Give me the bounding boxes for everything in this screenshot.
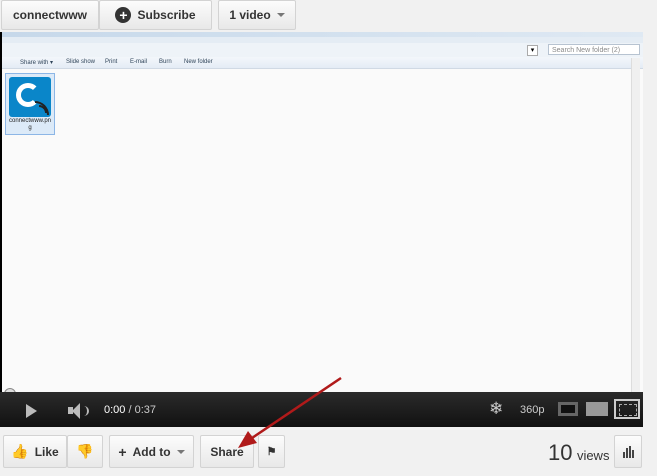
videos-dropdown-button[interactable]: 1 video	[218, 0, 296, 30]
dislike-button[interactable]: 👎	[67, 435, 103, 468]
like-button[interactable]: 👍 Like	[3, 435, 67, 468]
plus-icon: +	[118, 443, 127, 460]
large-player-icon[interactable]	[586, 402, 608, 416]
quality-button[interactable]: 360p	[520, 404, 544, 416]
video-frame[interactable]: ▾ Search New folder (2) Share with ▾ Sli…	[2, 32, 643, 392]
volume-icon[interactable]	[68, 403, 90, 419]
chevron-down-icon	[276, 13, 285, 17]
add-to-button[interactable]: + Add to	[109, 435, 194, 468]
file-name-label: connectwww.pn g	[8, 118, 52, 131]
channel-name-button[interactable]: connectwww	[1, 0, 99, 30]
toolbar-item-email[interactable]: E-mail	[130, 59, 147, 65]
stats-button[interactable]	[614, 435, 642, 468]
connectwww-logo-icon	[9, 77, 51, 117]
explorer-toolbar: Share with ▾ Slide show Print E-mail Bur…	[2, 57, 643, 69]
small-player-icon[interactable]	[558, 402, 578, 416]
toolbar-item-burn[interactable]: Burn	[159, 59, 172, 65]
snowflake-icon[interactable]: ❄	[489, 400, 503, 418]
share-button[interactable]: Share	[200, 435, 254, 468]
explorer-addressbar: ▾ Search New folder (2)	[2, 43, 643, 58]
explorer-scrollbar[interactable]	[631, 58, 640, 392]
toolbar-item-print[interactable]: Print	[105, 59, 117, 65]
subscribe-button[interactable]: + Subscribe	[99, 0, 212, 30]
channel-bar: connectwww + Subscribe 1 video	[0, 0, 657, 32]
video-player[interactable]: ▾ Search New folder (2) Share with ▾ Sli…	[0, 32, 643, 427]
toolbar-item-slide-show[interactable]: Slide show	[66, 59, 95, 65]
toolbar-item-new-folder[interactable]: New folder	[184, 59, 213, 65]
flag-icon: ⚑	[266, 446, 277, 458]
fullscreen-icon[interactable]	[614, 399, 640, 419]
chevron-down-icon	[176, 449, 185, 454]
bar-chart-icon	[622, 445, 634, 458]
thumbs-up-icon: 👍	[11, 443, 29, 459]
thumbs-down-icon: 👎	[76, 443, 94, 459]
view-count: 10 views	[548, 440, 610, 465]
play-icon[interactable]	[26, 404, 37, 418]
explorer-search-box[interactable]: Search New folder (2)	[548, 44, 640, 55]
file-item-connectwww[interactable]: connectwww.pn g	[5, 73, 55, 135]
plus-circle-icon: +	[115, 7, 132, 23]
toolbar-item-share-with[interactable]: Share with ▾	[20, 59, 53, 66]
player-controls: 0:00 / 0:37 ❄ 360p	[0, 392, 643, 427]
time-display: 0:00 / 0:37	[104, 404, 157, 416]
address-refresh-icon[interactable]: ▾	[527, 45, 538, 56]
flag-button[interactable]: ⚑	[258, 435, 285, 468]
